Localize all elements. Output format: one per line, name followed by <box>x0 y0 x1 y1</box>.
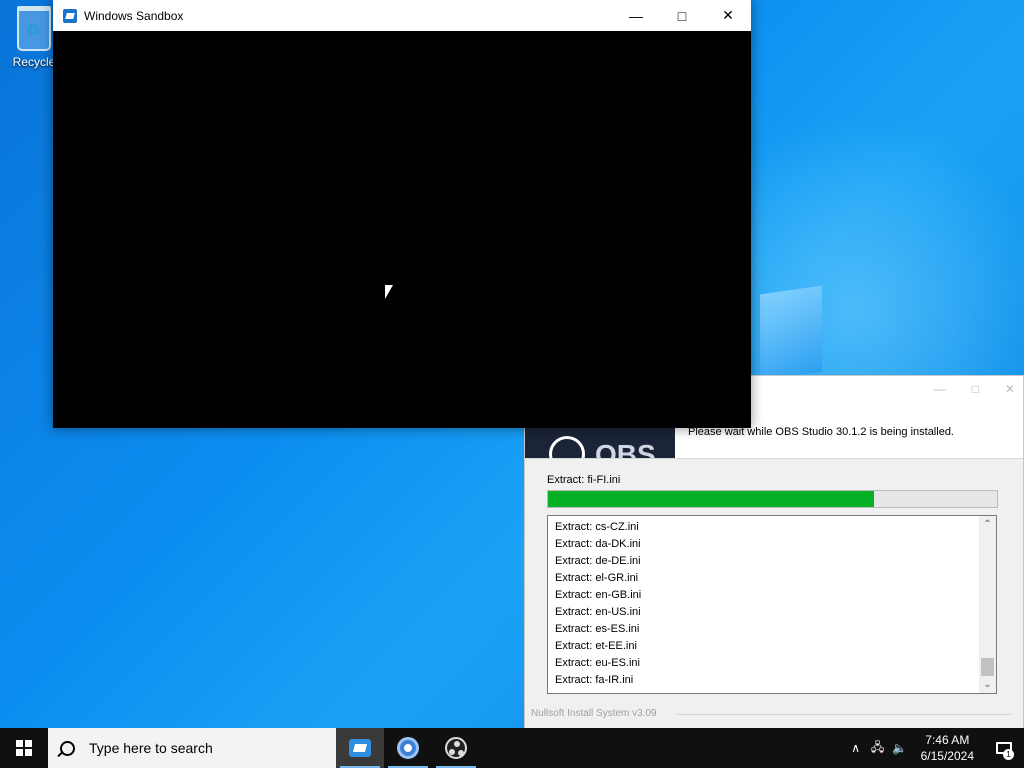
windows-sandbox-icon <box>63 8 77 23</box>
log-item: Extract: cs-CZ.ini <box>555 521 639 533</box>
branding-divider <box>677 714 1011 715</box>
windows-sandbox-window[interactable]: Windows Sandbox — □ ✕ <box>53 0 751 428</box>
installer-minimize-button[interactable]: — <box>934 382 946 396</box>
show-hidden-icons-chevron-icon[interactable]: ∧ <box>845 741 867 755</box>
search-placeholder: Type here to search <box>89 740 213 756</box>
action-center-button[interactable]: 1 <box>984 728 1024 768</box>
windows-logo-icon <box>16 740 32 756</box>
scroll-up-arrow-icon[interactable]: ⌃ <box>979 516 996 533</box>
sandbox-titlebar[interactable]: Windows Sandbox — □ ✕ <box>53 0 751 32</box>
taskbar-app-chrome[interactable] <box>384 728 432 768</box>
system-tray: ∧ 🖧 🔈 7:46 AM 6/15/2024 1 <box>845 728 1024 768</box>
volume-muted-icon[interactable]: 🔈 <box>889 741 911 755</box>
log-scrollbar[interactable]: ⌃ ⌄ <box>979 516 996 693</box>
sandbox-window-title: Windows Sandbox <box>84 8 184 23</box>
clock-time: 7:46 AM <box>925 733 970 747</box>
wallpaper-logo-pane <box>760 285 822 381</box>
desktop: ♻ Recycle — □ ✕ OBS Please wait while OB… <box>0 0 1024 728</box>
log-item: Extract: fa-IR.ini <box>555 674 634 686</box>
taskbar-app-obs[interactable] <box>432 728 480 768</box>
scroll-down-arrow-icon[interactable]: ⌄ <box>979 676 996 693</box>
start-button[interactable] <box>0 728 48 768</box>
scrollbar-thumb[interactable] <box>981 658 994 676</box>
notification-count-badge: 1 <box>1003 749 1014 760</box>
log-item: Extract: eu-ES.ini <box>555 657 640 669</box>
log-item: Extract: et-EE.ini <box>555 640 637 652</box>
install-progress-fill <box>548 491 874 507</box>
obs-logo-icon <box>549 436 585 458</box>
installer-close-button[interactable]: ✕ <box>1005 382 1015 396</box>
obs-icon <box>445 737 467 759</box>
log-item: Extract: en-US.ini <box>555 606 641 618</box>
log-item: Extract: es-ES.ini <box>555 623 640 635</box>
install-log-list[interactable]: Extract: cs-CZ.ini Extract: da-DK.ini Extr… <box>547 515 997 694</box>
obs-banner-text: OBS <box>595 439 656 459</box>
log-item: Extract: en-GB.ini <box>555 589 642 601</box>
install-progress-bar <box>547 490 998 508</box>
taskbar-clock[interactable]: 7:46 AM 6/15/2024 <box>911 732 984 764</box>
windows-sandbox-icon <box>349 739 371 757</box>
taskbar-app-windows-sandbox[interactable] <box>336 728 384 768</box>
sandbox-content-area[interactable] <box>53 31 751 428</box>
search-icon <box>60 740 75 756</box>
installer-window-controls: — □ ✕ <box>934 382 1015 396</box>
network-icon[interactable]: 🖧 <box>867 738 889 759</box>
installer-maximize-button[interactable]: □ <box>972 382 979 396</box>
chrome-icon <box>397 737 419 759</box>
clock-date: 6/15/2024 <box>920 749 974 763</box>
log-item: Extract: de-DE.ini <box>555 555 641 567</box>
taskbar-search-box[interactable]: Type here to search <box>48 728 336 768</box>
current-extract-label: Extract: fi-FI.ini <box>547 474 621 486</box>
log-item: Extract: el-GR.ini <box>555 572 639 584</box>
log-item: Extract: da-DK.ini <box>555 538 641 550</box>
recycle-bin-icon: ♻ <box>17 6 51 51</box>
nsis-branding: Nullsoft Install System v3.09 <box>531 708 657 719</box>
maximize-button[interactable]: □ <box>659 0 705 31</box>
taskbar: Type here to search ∧ 🖧 🔈 7:46 AM 6/15/2… <box>0 728 1024 768</box>
mouse-cursor-icon <box>385 285 393 299</box>
close-button[interactable]: ✕ <box>705 0 751 31</box>
minimize-button[interactable]: — <box>613 0 659 31</box>
